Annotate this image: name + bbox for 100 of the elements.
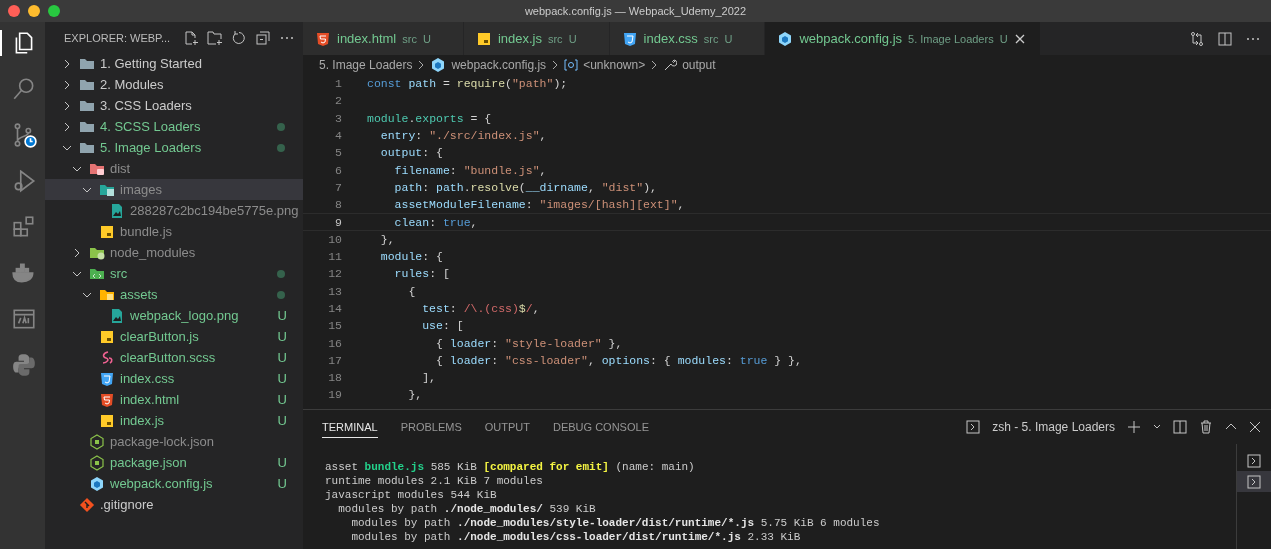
line-number: 4 bbox=[334, 129, 342, 143]
webpack-file-icon bbox=[777, 30, 794, 47]
git-status-label: U bbox=[277, 308, 287, 323]
editor-tab[interactable]: index.js src U bbox=[463, 22, 610, 55]
git-status-label: U bbox=[277, 455, 287, 470]
close-icon[interactable] bbox=[1249, 421, 1261, 433]
file-item[interactable]: index.js U bbox=[45, 410, 303, 431]
breadcrumb-item[interactable]: <unknown> bbox=[583, 58, 646, 72]
plus-icon[interactable] bbox=[1127, 420, 1141, 434]
file-item[interactable]: package.json U bbox=[45, 452, 303, 473]
folder-item[interactable]: 2. Modules bbox=[45, 74, 303, 95]
folder-item[interactable]: 4. SCSS Loaders bbox=[45, 116, 303, 137]
file-item[interactable]: bundle.js bbox=[45, 221, 303, 242]
terminal-line: javascript modules 544 KiB bbox=[325, 488, 498, 502]
terminal-icon[interactable] bbox=[1247, 474, 1261, 489]
file-item[interactable]: 288287c2bc194be5775e.png bbox=[45, 200, 303, 221]
git-status-label: U bbox=[277, 329, 287, 344]
minimize-window-button[interactable] bbox=[28, 5, 40, 17]
terminal-line: modules by path ./node_modules/css-loader/dist/runtime/*.js 2.33 KiB bbox=[350, 530, 802, 544]
chevron-icon bbox=[650, 60, 659, 70]
code-line: test: /\.(css)$/, bbox=[421, 302, 540, 315]
file-item[interactable]: webpack.config.js U bbox=[45, 473, 303, 494]
python-icon[interactable] bbox=[10, 352, 37, 378]
webpack-file-icon bbox=[89, 475, 105, 492]
chevron-icon[interactable] bbox=[62, 58, 72, 69]
code-line: { loader: "style-loader" }, bbox=[435, 336, 623, 350]
file-name: node_modules bbox=[110, 245, 197, 260]
terminal-line: modules by path ./node_modules/style-loader/dist/runtime/*.js 5.75 KiB 6 modules bbox=[350, 516, 881, 530]
git-status-label: U bbox=[724, 32, 733, 45]
line-number: 1 bbox=[334, 77, 342, 91]
file-item[interactable]: .gitignore bbox=[45, 494, 303, 515]
close-window-button[interactable] bbox=[8, 5, 20, 17]
editor-tab[interactable]: index.html src U bbox=[303, 22, 464, 55]
line-number: 7 bbox=[334, 180, 342, 194]
explorer-title: EXPLORER: WEBP... bbox=[64, 31, 172, 44]
panel-tab[interactable]: OUTPUT bbox=[484, 416, 530, 438]
file-item[interactable]: package-lock.json bbox=[45, 431, 303, 452]
file-name: .gitignore bbox=[100, 497, 155, 512]
new-file-icon[interactable] bbox=[183, 29, 199, 46]
code-line: }, bbox=[379, 232, 395, 246]
code-line: ], bbox=[421, 371, 436, 385]
editor-tab[interactable]: index.css src U bbox=[609, 22, 766, 55]
chevron-icon[interactable] bbox=[62, 121, 72, 132]
terminal-name[interactable]: zsh - 5. Image Loaders bbox=[992, 420, 1115, 434]
breadcrumb-item[interactable]: output bbox=[682, 58, 716, 72]
terminal-icon[interactable] bbox=[1247, 453, 1261, 468]
caret-icon[interactable] bbox=[1153, 423, 1161, 431]
new-folder-icon[interactable] bbox=[207, 29, 223, 46]
js-file-icon bbox=[99, 223, 115, 240]
chevron-icon[interactable] bbox=[72, 247, 82, 258]
folder-item[interactable]: dist bbox=[45, 158, 303, 179]
split-editor-icon[interactable] bbox=[1217, 30, 1233, 47]
line-number: 10 bbox=[327, 232, 342, 246]
compare-changes-icon[interactable] bbox=[1189, 30, 1205, 47]
line-number: 6 bbox=[334, 163, 342, 177]
tab-description: src bbox=[703, 32, 719, 45]
folder-item[interactable]: images bbox=[45, 179, 303, 200]
folder-item[interactable]: src bbox=[45, 263, 303, 284]
editor-tab[interactable]: webpack.config.js 5. Image Loaders U bbox=[765, 22, 1041, 55]
panel-tab[interactable]: TERMINAL bbox=[322, 416, 378, 438]
file-name: 288287c2bc194be5775e.png bbox=[130, 203, 299, 218]
git-status-label: U bbox=[999, 32, 1008, 45]
collapse-all-icon[interactable] bbox=[255, 29, 271, 46]
tab-label: index.css bbox=[643, 31, 698, 46]
code-line: module.exports = { bbox=[367, 111, 492, 125]
trash-icon[interactable] bbox=[1199, 420, 1213, 434]
code-line: output: { bbox=[379, 146, 443, 160]
line-number: 2 bbox=[334, 94, 342, 108]
folder-item[interactable]: assets bbox=[45, 284, 303, 305]
git-status-label: U bbox=[277, 371, 287, 386]
zoom-window-button[interactable] bbox=[48, 5, 60, 17]
panel-tab[interactable]: DEBUG CONSOLE bbox=[553, 416, 649, 438]
breadcrumb-item[interactable]: webpack.config.js bbox=[451, 58, 547, 72]
file-item[interactable]: index.css U bbox=[45, 368, 303, 389]
folder-item[interactable]: 5. Image Loaders bbox=[45, 137, 303, 158]
line-number: 12 bbox=[327, 267, 342, 281]
refresh-icon[interactable] bbox=[231, 29, 247, 46]
tab-label: index.html bbox=[337, 31, 397, 46]
file-item[interactable]: index.html U bbox=[45, 389, 303, 410]
line-number: 19 bbox=[327, 388, 342, 402]
file-item[interactable]: clearButton.scss U bbox=[45, 347, 303, 368]
breadcrumb-item[interactable]: 5. Image Loaders bbox=[319, 58, 413, 72]
git-status-label: U bbox=[568, 32, 577, 45]
file-item[interactable]: clearButton.js U bbox=[45, 326, 303, 347]
git-status-label: U bbox=[277, 350, 287, 365]
close-icon[interactable] bbox=[1013, 32, 1026, 45]
tab-description: 5. Image Loaders bbox=[908, 32, 994, 45]
file-name: index.html bbox=[120, 392, 181, 407]
file-item[interactable]: webpack_logo.png U bbox=[45, 305, 303, 326]
folder-item[interactable]: 3. CSS Loaders bbox=[45, 95, 303, 116]
chevron-icon bbox=[551, 60, 560, 70]
chevron-icon[interactable] bbox=[62, 79, 72, 90]
panel-tab[interactable]: PROBLEMS bbox=[400, 416, 462, 438]
json-file-icon bbox=[89, 454, 105, 471]
folder-item[interactable]: 1. Getting Started bbox=[45, 53, 303, 74]
html-file-icon bbox=[315, 30, 331, 47]
chevron-icon[interactable] bbox=[62, 100, 72, 111]
code-line: entry: "./src/index.js", bbox=[379, 129, 547, 143]
folder-item[interactable]: node_modules bbox=[45, 242, 303, 263]
split-terminal-icon[interactable] bbox=[1173, 420, 1187, 434]
